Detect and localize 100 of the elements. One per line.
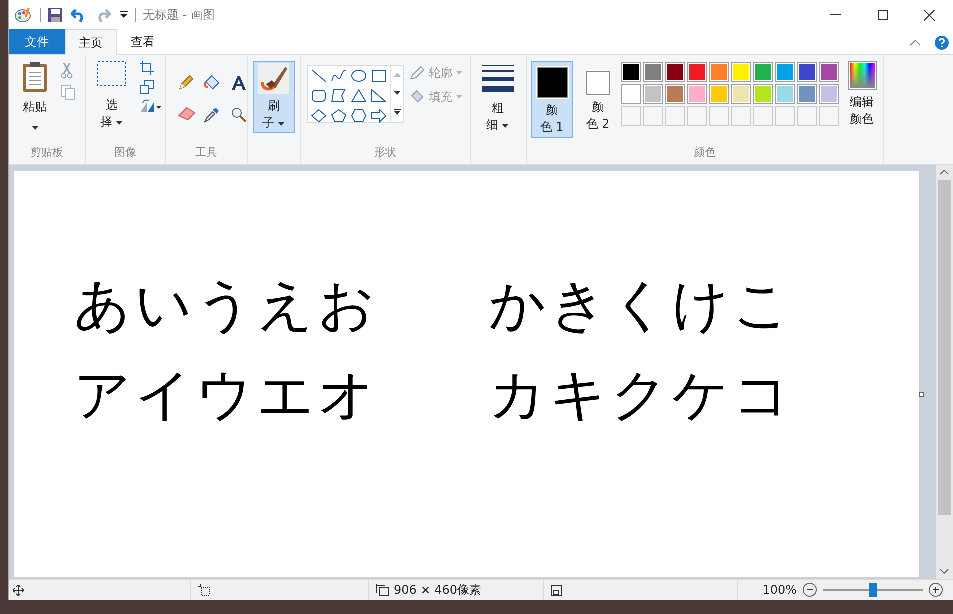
zoom-slider[interactable]	[823, 583, 923, 597]
caret-icon	[116, 120, 124, 125]
palette-swatch[interactable]	[665, 62, 685, 82]
hexagon-shape-icon[interactable]	[351, 109, 367, 123]
caret-icon	[278, 122, 286, 126]
group-label: 剪贴板	[30, 144, 64, 161]
save-icon[interactable]	[48, 8, 63, 22]
palette-swatch[interactable]	[621, 84, 641, 104]
diamond-shape-icon[interactable]	[311, 109, 327, 123]
scroll-down-icon[interactable]	[394, 91, 400, 95]
window-title: 无标题 - 画图	[143, 7, 215, 24]
palette-swatch[interactable]	[775, 84, 795, 104]
palette-swatch[interactable]	[797, 62, 817, 82]
handwritten-text: カキクケコ	[489, 362, 794, 430]
text-tool-icon[interactable]	[230, 75, 247, 91]
empty-color-slot[interactable]	[687, 106, 707, 126]
caret-icon	[456, 71, 463, 75]
line-width-icon	[482, 65, 514, 92]
empty-color-slot[interactable]	[775, 106, 795, 126]
triangle-shape-icon[interactable]	[351, 89, 367, 103]
brushes-button[interactable]: 刷 子	[253, 61, 295, 133]
select-button[interactable]: 选 择	[100, 97, 124, 131]
polygon-shape-icon[interactable]	[331, 89, 347, 103]
drawing-canvas[interactable]: あいうえお かきくけこ アイウエオ カキクケコ	[14, 171, 919, 577]
image-size-text: 906 × 460像素	[394, 582, 482, 599]
palette-swatch[interactable]	[775, 62, 795, 82]
resize-handle[interactable]	[919, 392, 924, 397]
rectangle-shape-icon[interactable]	[371, 69, 387, 83]
move-cursor-icon	[13, 584, 24, 596]
palette-swatch[interactable]	[643, 84, 663, 104]
group-label: 形状	[374, 144, 396, 161]
palette-icon[interactable]	[15, 7, 33, 23]
palette-swatch[interactable]	[731, 84, 751, 104]
magnifier-icon[interactable]	[230, 107, 247, 123]
rotate-icon[interactable]	[140, 99, 162, 113]
empty-color-slot[interactable]	[709, 106, 729, 126]
palette-swatch[interactable]	[731, 62, 751, 82]
palette-swatch[interactable]	[819, 84, 839, 104]
eraser-icon[interactable]	[178, 107, 196, 121]
zoom-in-icon[interactable]	[929, 583, 943, 597]
customize-dropdown-icon[interactable]	[120, 11, 128, 19]
palette-swatch[interactable]	[797, 84, 817, 104]
color-picker-icon[interactable]	[204, 107, 220, 123]
paste-button[interactable]: 粘贴	[23, 99, 47, 135]
palette-swatch[interactable]	[687, 62, 707, 82]
clipboard-icon[interactable]	[22, 61, 48, 93]
ribbon-tab[interactable]: 查看	[117, 29, 169, 54]
group-label: 工具	[196, 144, 218, 161]
empty-color-slot[interactable]	[819, 106, 839, 126]
resize-icon[interactable]	[140, 80, 154, 94]
empty-color-slot[interactable]	[621, 106, 641, 126]
size-button[interactable]: 粗 细	[481, 61, 515, 142]
scroll-up-icon[interactable]	[940, 170, 949, 175]
selection-rectangle-icon[interactable]	[97, 61, 127, 87]
ribbon-tab[interactable]: 文件	[9, 29, 65, 54]
palette-swatch[interactable]	[643, 62, 663, 82]
scissors-icon[interactable]	[61, 63, 73, 79]
zoom-out-icon[interactable]	[803, 583, 817, 597]
empty-color-slot[interactable]	[665, 106, 685, 126]
ribbon-tab[interactable]: 主页	[65, 29, 117, 55]
close-icon[interactable]	[924, 10, 935, 20]
palette-swatch[interactable]	[709, 62, 729, 82]
color-spectrum-icon	[848, 61, 876, 90]
curve-shape-icon[interactable]	[331, 69, 347, 83]
palette-swatch[interactable]	[819, 62, 839, 82]
palette-swatch[interactable]	[687, 84, 707, 104]
caret-icon	[32, 126, 38, 130]
maximize-icon[interactable]	[878, 10, 888, 20]
right-triangle-shape-icon[interactable]	[371, 89, 387, 103]
empty-color-slot[interactable]	[753, 106, 773, 126]
scroll-thumb[interactable]	[938, 180, 951, 515]
rounded-rectangle-shape-icon[interactable]	[311, 89, 327, 103]
empty-color-slot[interactable]	[797, 106, 817, 126]
pencil-icon[interactable]	[178, 75, 194, 91]
pentagon-shape-icon[interactable]	[331, 109, 347, 123]
handwritten-text: アイウエオ	[74, 362, 379, 430]
vertical-scrollbar[interactable]	[936, 165, 953, 579]
help-icon[interactable]	[935, 36, 949, 50]
palette-swatch[interactable]	[709, 84, 729, 104]
group-label: 颜色	[694, 144, 716, 161]
palette-swatch[interactable]	[665, 84, 685, 104]
empty-color-slot[interactable]	[643, 106, 663, 126]
palette-swatch[interactable]	[753, 62, 773, 82]
group-label: 图像	[114, 144, 136, 161]
palette-swatch[interactable]	[753, 84, 773, 104]
oval-shape-icon[interactable]	[351, 69, 367, 83]
more-shapes-icon[interactable]	[394, 109, 400, 115]
arrow-shape-icon[interactable]	[371, 109, 387, 123]
empty-color-slot[interactable]	[731, 106, 751, 126]
edit-colors-button[interactable]: 编辑 颜色	[845, 61, 879, 142]
zoom-slider-thumb[interactable]	[869, 583, 877, 597]
minimize-icon[interactable]	[830, 14, 841, 16]
color-selector-button[interactable]: 颜 色 1	[531, 61, 573, 138]
palette-swatch[interactable]	[621, 62, 641, 82]
handwritten-text: かきくけこ	[489, 272, 794, 340]
line-shape-icon[interactable]	[311, 69, 327, 83]
color-selector-button[interactable]: 颜 色 2	[577, 61, 619, 138]
crop-icon[interactable]	[140, 61, 154, 75]
selection-size-icon	[198, 584, 210, 596]
collapse-ribbon-icon[interactable]	[910, 40, 921, 46]
